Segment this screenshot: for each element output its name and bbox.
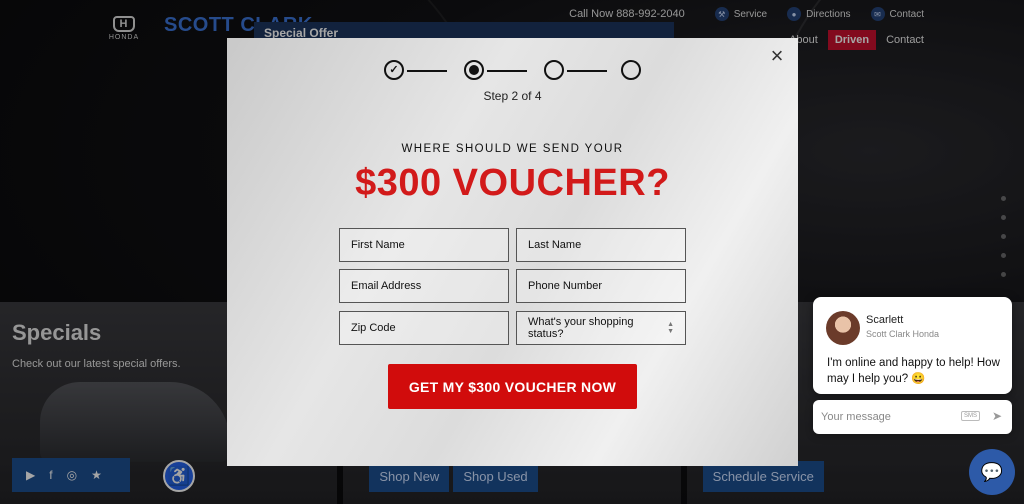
chat-bubbles-icon: 💬	[980, 461, 1004, 482]
step-label: Step 2 of 4	[483, 89, 542, 103]
last-name-placeholder: Last Name	[528, 239, 582, 251]
chat-launcher-button[interactable]: 💬	[969, 449, 1015, 495]
modal-subheading: WHERE SHOULD WE SEND YOUR	[401, 143, 624, 155]
step-progress: ✓	[384, 60, 641, 82]
chat-message-input[interactable]: Your message SMS ➤	[813, 400, 1012, 434]
step-2-current	[464, 60, 484, 80]
close-button[interactable]: ×	[766, 45, 788, 68]
sms-icon[interactable]: SMS	[960, 411, 980, 421]
chat-input-placeholder: Your message	[821, 411, 891, 423]
email-placeholder: Email Address	[351, 280, 422, 292]
step-connector	[567, 70, 607, 72]
agent-org: Scott Clark Honda	[866, 329, 940, 339]
step-1-complete: ✓	[384, 60, 404, 80]
first-name-field[interactable]: First Name	[339, 228, 509, 262]
get-voucher-button[interactable]: GET MY $300 VOUCHER NOW	[388, 364, 637, 409]
step-3	[544, 60, 564, 80]
voucher-modal: × ✓ Step 2 of 4 WHERE SHOULD WE SEND YOU…	[227, 38, 798, 466]
zip-field[interactable]: Zip Code	[339, 311, 509, 345]
agent-name: Scarlett	[866, 314, 904, 326]
email-field[interactable]: Email Address	[339, 269, 509, 303]
modal-heading: $300 VOUCHER?	[355, 162, 670, 204]
last-name-field[interactable]: Last Name	[516, 228, 686, 262]
agent-avatar	[826, 311, 860, 345]
current-step-dot-icon	[469, 65, 479, 75]
send-icon[interactable]: ➤	[992, 409, 1002, 423]
step-connector	[407, 70, 447, 72]
shopping-status-select[interactable]: What's your shopping status? ▲ ▼	[516, 311, 686, 345]
phone-placeholder: Phone Number	[528, 280, 602, 292]
zip-placeholder: Zip Code	[351, 322, 396, 334]
first-name-placeholder: First Name	[351, 239, 405, 251]
check-icon: ✓	[389, 63, 399, 76]
phone-field[interactable]: Phone Number	[516, 269, 686, 303]
select-arrows-icon: ▲ ▼	[667, 321, 674, 335]
shopping-status-placeholder: What's your shopping status?	[528, 316, 634, 340]
step-4	[621, 60, 641, 80]
step-connector	[487, 70, 527, 72]
chat-message: I'm online and happy to help! How may I …	[827, 357, 1000, 385]
chat-greeting[interactable]: Scarlett Scott Clark Honda I'm online an…	[813, 297, 1012, 394]
